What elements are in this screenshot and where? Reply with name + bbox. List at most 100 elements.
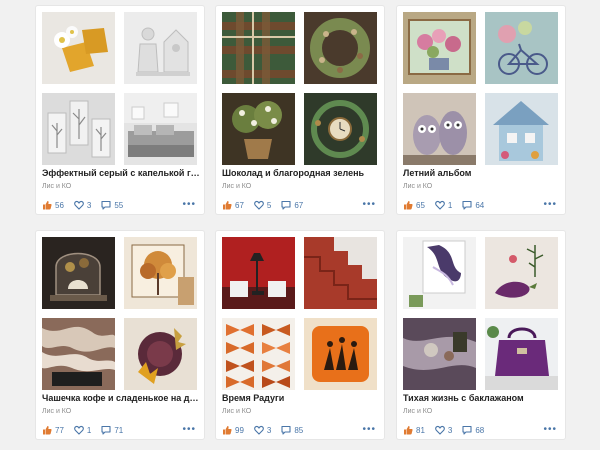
thumb-bracelet-watch[interactable] (304, 93, 377, 165)
heart-count: 3 (447, 425, 453, 435)
heart-icon (254, 425, 264, 435)
comment-icon (281, 425, 291, 435)
thumb-red-stairs[interactable] (304, 237, 377, 309)
like-stat[interactable]: 81 (403, 425, 425, 435)
comment-icon (101, 425, 111, 435)
like-stat[interactable]: 99 (222, 425, 244, 435)
thumb-autumn-tree-painting[interactable] (124, 237, 197, 309)
heart-count: 1 (86, 425, 92, 435)
thumb-birdhouse[interactable] (485, 93, 558, 165)
thumbs-up-icon (43, 426, 52, 435)
comment-stat[interactable]: 71 (101, 425, 123, 435)
thumb-abstract-art[interactable] (403, 237, 476, 309)
like-count: 81 (416, 425, 425, 435)
like-count: 67 (235, 200, 244, 210)
comment-stat[interactable]: 67 (281, 200, 303, 210)
comment-icon (462, 425, 472, 435)
card-author[interactable]: Лис и КО (42, 408, 71, 415)
thumbs-up-icon (223, 426, 232, 435)
more-dots-icon[interactable]: ••• (182, 200, 196, 210)
thumb-flower-pot[interactable] (222, 93, 295, 165)
like-stat[interactable]: 77 (42, 425, 64, 435)
heart-icon (74, 200, 84, 210)
comment-icon (462, 200, 472, 210)
card-stats: 67 5 67 (222, 200, 313, 210)
collection-card[interactable]: Чашечка кофе и сладенькое на десерт Лис … (36, 231, 204, 439)
card-title[interactable]: Чашечка кофе и сладенькое на десерт (42, 393, 200, 403)
thumb-silver-cloth[interactable] (403, 318, 476, 390)
comment-stat[interactable]: 85 (281, 425, 303, 435)
more-dots-icon[interactable]: ••• (362, 425, 376, 435)
card-author[interactable]: Лис и КО (403, 183, 432, 190)
like-stat[interactable]: 65 (403, 200, 425, 210)
heart-count: 1 (447, 200, 453, 210)
comment-stat[interactable]: 68 (462, 425, 484, 435)
heart-stat[interactable]: 1 (435, 200, 452, 210)
thumb-grey-bedroom[interactable] (124, 93, 197, 165)
heart-stat[interactable]: 3 (74, 200, 91, 210)
card-author[interactable]: Лис и КО (222, 183, 251, 190)
heart-stat[interactable]: 3 (254, 425, 271, 435)
heart-icon (435, 200, 445, 210)
card-author[interactable]: Лис и КО (403, 408, 432, 415)
thumb-pillows-flowers[interactable] (42, 12, 115, 84)
thumbs-up-icon (223, 201, 232, 210)
like-count: 56 (55, 200, 64, 210)
thumb-bow-ties[interactable] (222, 318, 295, 390)
thumb-wreath[interactable] (304, 12, 377, 84)
collection-card[interactable]: Шоколад и благородная зелень Лис и КО 67… (216, 6, 384, 214)
more-dots-icon[interactable]: ••• (543, 200, 557, 210)
thumb-plaid-fabric[interactable] (222, 12, 295, 84)
thumb-marble-box[interactable] (42, 318, 115, 390)
like-stat[interactable]: 67 (222, 200, 244, 210)
card-author[interactable]: Лис и КО (222, 408, 251, 415)
thumb-eggplant-painting[interactable] (485, 237, 558, 309)
collection-card[interactable]: Тихая жизнь с баклажаном Лис и КО 81 3 6… (397, 231, 565, 439)
thumb-red-room[interactable] (222, 237, 295, 309)
heart-stat[interactable]: 3 (435, 425, 452, 435)
heart-icon (74, 425, 84, 435)
card-stats: 81 3 68 (403, 425, 494, 435)
thumb-bicycle-painting[interactable] (485, 12, 558, 84)
collection-card[interactable]: Летний альбом Лис и КО 65 1 64 ••• (397, 6, 565, 214)
more-dots-icon[interactable]: ••• (362, 200, 376, 210)
like-count: 99 (235, 425, 244, 435)
card-title[interactable]: Эффектный серый с капелькой горчицы (42, 168, 200, 178)
comment-icon (281, 200, 291, 210)
comment-count: 71 (114, 425, 124, 435)
comment-count: 55 (114, 200, 124, 210)
like-count: 65 (416, 200, 425, 210)
heart-stat[interactable]: 1 (74, 425, 91, 435)
thumb-tree-panels[interactable] (42, 93, 115, 165)
card-title[interactable]: Время Радуги (222, 393, 380, 403)
card-stats: 99 3 85 (222, 425, 313, 435)
heart-stat[interactable]: 5 (254, 200, 271, 210)
thumb-flower-painting[interactable] (403, 12, 476, 84)
comment-stat[interactable]: 55 (101, 200, 123, 210)
thumbs-up-icon (43, 201, 52, 210)
thumb-wooden-figures[interactable] (124, 12, 197, 84)
thumb-glass-dome[interactable] (42, 237, 115, 309)
thumbs-up-icon (404, 201, 413, 210)
thumb-autumn-leaves[interactable] (124, 318, 197, 390)
card-title[interactable]: Шоколад и благородная зелень (222, 168, 380, 178)
card-author[interactable]: Лис и КО (42, 183, 71, 190)
card-title[interactable]: Летний альбом (403, 168, 561, 178)
heart-icon (435, 425, 445, 435)
collection-card[interactable]: Эффектный серый с капелькой горчицы Лис … (36, 6, 204, 214)
card-title[interactable]: Тихая жизнь с баклажаном (403, 393, 561, 403)
comment-count: 67 (294, 200, 304, 210)
heart-count: 3 (266, 425, 272, 435)
heart-count: 5 (266, 200, 272, 210)
more-dots-icon[interactable]: ••• (543, 425, 557, 435)
heart-count: 3 (86, 200, 92, 210)
collection-card[interactable]: Время Радуги Лис и КО 99 3 85 ••• (216, 231, 384, 439)
thumb-orange-clock[interactable] (304, 318, 377, 390)
comment-stat[interactable]: 64 (462, 200, 484, 210)
thumb-owls[interactable] (403, 93, 476, 165)
thumb-purple-bag[interactable] (485, 318, 558, 390)
more-dots-icon[interactable]: ••• (182, 425, 196, 435)
comment-count: 85 (294, 425, 304, 435)
comment-count: 64 (475, 200, 485, 210)
like-stat[interactable]: 56 (42, 200, 64, 210)
